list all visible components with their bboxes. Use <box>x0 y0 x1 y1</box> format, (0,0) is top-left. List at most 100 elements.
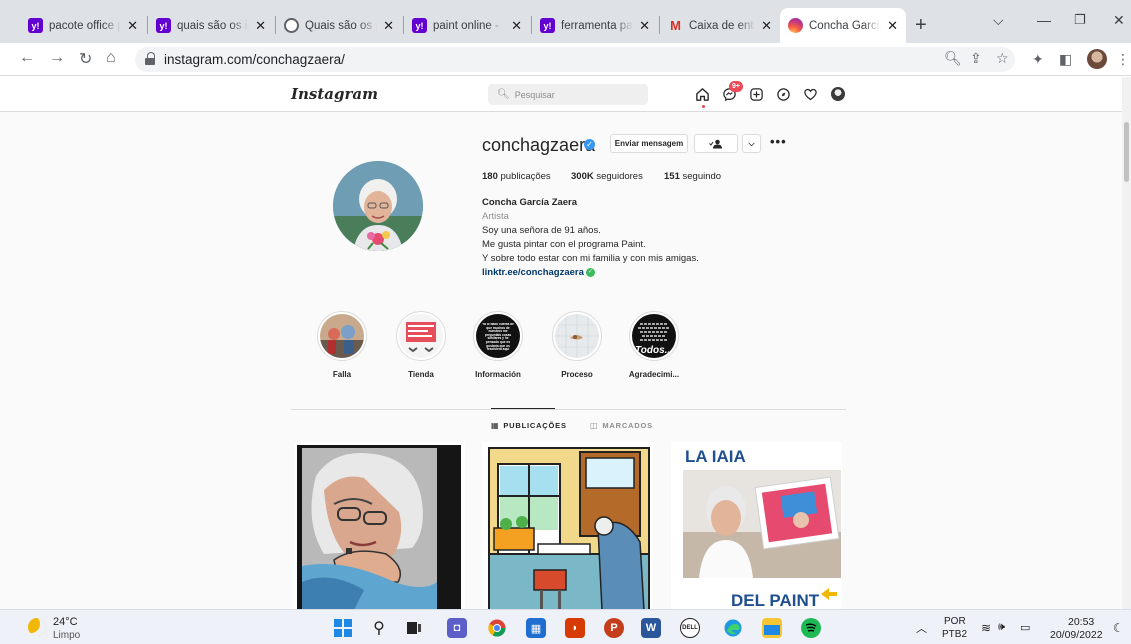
powerpoint-icon[interactable]: P <box>604 618 624 638</box>
office-icon[interactable]: ◗ <box>565 618 585 638</box>
start-windows-icon[interactable] <box>333 618 353 638</box>
back-icon[interactable]: ← <box>19 49 35 67</box>
file-explorer-icon[interactable] <box>762 618 782 638</box>
wifi-icon[interactable]: ≋ <box>981 621 991 635</box>
restore-icon[interactable]: ❐ <box>1074 12 1086 28</box>
home-icon[interactable]: ⌂ <box>106 49 116 67</box>
zoom-icon[interactable]: 🔍︎ <box>944 50 962 67</box>
post-thumbnail[interactable] <box>482 442 653 609</box>
lock-icon <box>145 51 155 65</box>
dell-icon[interactable]: DELL <box>680 618 700 638</box>
post-thumbnail[interactable] <box>294 442 465 609</box>
clock-time[interactable]: 20:53 <box>1068 616 1094 628</box>
explore-compass-icon[interactable] <box>774 85 792 103</box>
profile-avatar[interactable] <box>1087 49 1107 69</box>
search-icon: 🔍︎ <box>497 89 510 100</box>
task-view-icon[interactable] <box>404 618 424 638</box>
send-message-button[interactable]: Enviar mensagem <box>610 134 688 153</box>
person-check-icon <box>709 139 722 148</box>
profile-username: conchagzaera <box>482 135 596 155</box>
following-count[interactable]: 151 seguindo <box>664 171 721 182</box>
bio-link[interactable]: linktr.ee/conchagzaera ✓ <box>482 267 595 278</box>
tagged-icon: ◫ <box>590 421 599 430</box>
browser-tab[interactable]: Quais são os p ✕ <box>276 8 402 43</box>
tab-publicacoes[interactable]: ▦ PUBLICAÇÕES <box>491 421 567 430</box>
search-input[interactable]: 🔍︎ Pesquisar <box>488 84 648 105</box>
edge-icon[interactable] <box>723 618 743 638</box>
side-panel-icon[interactable]: ◧ <box>1059 51 1072 68</box>
close-tab-icon[interactable]: ✕ <box>511 18 522 34</box>
suggestions-chevron-button[interactable]: ⌵ <box>742 134 761 153</box>
instagram-logo[interactable]: Instagram <box>291 85 378 103</box>
address-bar[interactable]: instagram.com/conchagzaera/ <box>135 47 1015 72</box>
close-tab-icon[interactable]: ✕ <box>639 18 650 34</box>
following-button[interactable] <box>694 134 738 153</box>
yahoo-icon: y! <box>540 18 555 33</box>
browser-tab[interactable]: y! pacote office p ✕ <box>20 8 146 43</box>
search-icon[interactable]: ⚲ <box>369 618 389 638</box>
svg-text:DEL PAINT: DEL PAINT <box>731 591 820 609</box>
do-not-disturb-icon[interactable]: ☾ <box>1113 621 1124 635</box>
browser-tab[interactable]: y! paint online - ✕ <box>404 8 530 43</box>
chrome-icon[interactable] <box>487 618 507 638</box>
close-tab-icon[interactable]: ✕ <box>127 18 138 34</box>
browser-tab-active[interactable]: Concha Garcia ✕ <box>780 8 906 43</box>
tab-search-chevron-icon[interactable]: ⌵ <box>993 12 1004 29</box>
store-icon[interactable]: ▦ <box>526 618 546 638</box>
yahoo-icon: y! <box>156 18 171 33</box>
close-tab-icon[interactable]: ✕ <box>761 18 772 34</box>
weather-moon-icon[interactable] <box>28 618 46 636</box>
close-tab-icon[interactable]: ✕ <box>887 18 898 34</box>
browser-tab[interactable]: y! quais são os ite ✕ <box>148 8 274 43</box>
browser-tab[interactable]: M Caixa de entra ✕ <box>660 8 780 43</box>
volume-icon[interactable]: 🕪︎ <box>998 621 1005 634</box>
browser-tab[interactable]: y! ferramenta pai ✕ <box>532 8 658 43</box>
tray-chevron-up-icon[interactable]: ︿ <box>916 620 927 636</box>
share-icon[interactable]: ⇪ <box>970 50 982 67</box>
highlight-informacion[interactable]: Ya lo dado cuenta de que muchos de nuest… <box>465 311 531 379</box>
bookmark-star-icon[interactable]: ☆ <box>996 50 1009 67</box>
browser-tab-strip: y! pacote office p ✕ y! quais são os ite… <box>0 0 1131 43</box>
posts-count: 180 publicações <box>482 171 551 182</box>
teams-chat-icon[interactable]: ◘ <box>447 618 467 638</box>
link-verified-icon: ✓ <box>585 267 595 277</box>
close-window-icon[interactable]: ✕ <box>1113 12 1125 29</box>
bio-line: Me gusta pintar con el programa Paint. <box>482 239 646 250</box>
page-scrollbar[interactable] <box>1122 77 1131 609</box>
highlight-falla[interactable]: Falla <box>309 311 375 379</box>
weather-condition[interactable]: Limpo <box>53 630 80 641</box>
profile-picture[interactable] <box>333 161 423 251</box>
profile-full-name: Concha García Zaera <box>482 197 578 208</box>
post-thumbnail[interactable]: LA IAIA DEL PAINT <box>671 442 842 609</box>
followers-count[interactable]: 300K seguidores <box>571 171 643 182</box>
highlight-agradecimientos[interactable]: Todos... Agradecimi... <box>621 311 687 379</box>
heart-icon[interactable] <box>801 85 819 103</box>
highlight-proceso[interactable]: Proceso <box>544 311 610 379</box>
close-tab-icon[interactable]: ✕ <box>383 18 394 34</box>
extensions-icon[interactable]: ✦ <box>1032 51 1044 68</box>
word-icon[interactable]: W <box>641 618 661 638</box>
url-text: instagram.com/conchagzaera/ <box>164 52 345 67</box>
notification-badge: 9+ <box>729 81 743 92</box>
new-post-icon[interactable] <box>747 85 765 103</box>
close-tab-icon[interactable]: ✕ <box>255 18 266 34</box>
highlight-tienda[interactable]: Tienda <box>388 311 454 379</box>
battery-icon[interactable]: ▭ <box>1020 621 1030 634</box>
clock-date[interactable]: 20/09/2022 <box>1050 629 1103 641</box>
language-indicator[interactable]: POR <box>944 616 966 627</box>
more-options-icon[interactable]: ••• <box>770 134 787 149</box>
user-avatar-small[interactable] <box>831 87 845 101</box>
forward-icon[interactable]: → <box>49 49 65 67</box>
menu-kebab-icon[interactable]: ⋮ <box>1116 51 1130 68</box>
keyboard-layout[interactable]: PTB2 <box>942 629 967 640</box>
tab-marcados[interactable]: ◫ MARCADOS <box>590 421 653 430</box>
svg-text:LA IAIA: LA IAIA <box>685 447 746 466</box>
home-icon[interactable] <box>693 85 711 103</box>
reload-icon[interactable]: ↻ <box>79 49 92 69</box>
minimize-icon[interactable]: — <box>1037 12 1051 28</box>
instagram-page: Instagram 🔍︎ Pesquisar 9+ conchagzaera ✓… <box>0 77 1131 609</box>
spotify-icon[interactable] <box>801 618 821 638</box>
weather-temperature[interactable]: 24°C <box>53 616 78 628</box>
new-tab-icon[interactable]: + <box>915 14 927 37</box>
gmail-icon: M <box>670 18 681 33</box>
